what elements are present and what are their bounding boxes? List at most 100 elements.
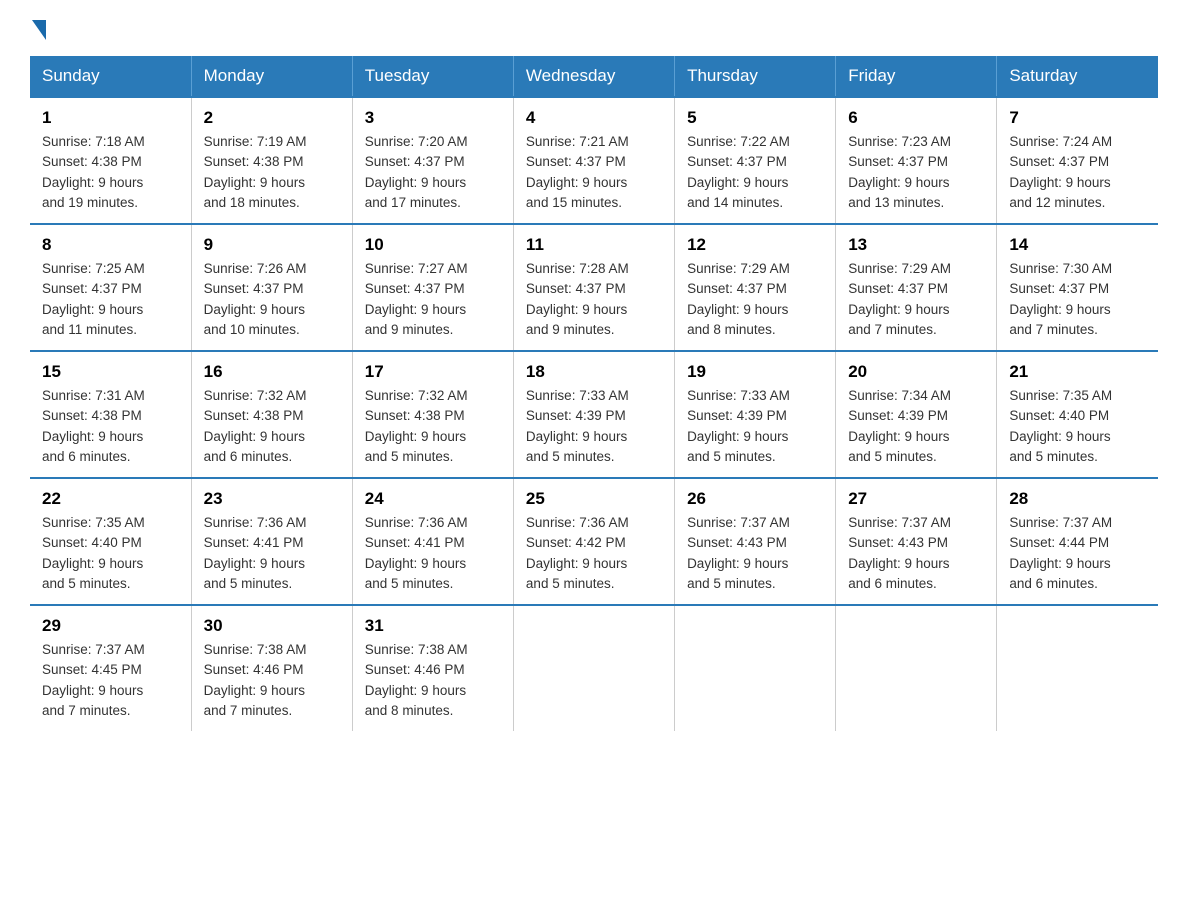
day-number: 2 xyxy=(204,108,340,128)
day-info: Sunrise: 7:33 AM Sunset: 4:39 PM Dayligh… xyxy=(687,386,823,467)
calendar-cell: 24 Sunrise: 7:36 AM Sunset: 4:41 PM Dayl… xyxy=(352,478,513,605)
calendar-cell: 18 Sunrise: 7:33 AM Sunset: 4:39 PM Dayl… xyxy=(513,351,674,478)
calendar-cell: 30 Sunrise: 7:38 AM Sunset: 4:46 PM Dayl… xyxy=(191,605,352,731)
day-number: 7 xyxy=(1009,108,1146,128)
calendar-cell: 21 Sunrise: 7:35 AM Sunset: 4:40 PM Dayl… xyxy=(997,351,1158,478)
day-number: 21 xyxy=(1009,362,1146,382)
calendar-cell: 16 Sunrise: 7:32 AM Sunset: 4:38 PM Dayl… xyxy=(191,351,352,478)
day-info: Sunrise: 7:19 AM Sunset: 4:38 PM Dayligh… xyxy=(204,132,340,213)
calendar-cell: 11 Sunrise: 7:28 AM Sunset: 4:37 PM Dayl… xyxy=(513,224,674,351)
calendar-cell: 2 Sunrise: 7:19 AM Sunset: 4:38 PM Dayli… xyxy=(191,97,352,224)
calendar-week-row: 8 Sunrise: 7:25 AM Sunset: 4:37 PM Dayli… xyxy=(30,224,1158,351)
calendar-header-row: SundayMondayTuesdayWednesdayThursdayFrid… xyxy=(30,56,1158,97)
calendar-cell: 19 Sunrise: 7:33 AM Sunset: 4:39 PM Dayl… xyxy=(675,351,836,478)
calendar-cell: 29 Sunrise: 7:37 AM Sunset: 4:45 PM Dayl… xyxy=(30,605,191,731)
day-info: Sunrise: 7:21 AM Sunset: 4:37 PM Dayligh… xyxy=(526,132,662,213)
calendar-cell: 25 Sunrise: 7:36 AM Sunset: 4:42 PM Dayl… xyxy=(513,478,674,605)
calendar-week-row: 22 Sunrise: 7:35 AM Sunset: 4:40 PM Dayl… xyxy=(30,478,1158,605)
day-number: 15 xyxy=(42,362,179,382)
day-info: Sunrise: 7:20 AM Sunset: 4:37 PM Dayligh… xyxy=(365,132,501,213)
day-number: 23 xyxy=(204,489,340,509)
day-info: Sunrise: 7:37 AM Sunset: 4:43 PM Dayligh… xyxy=(687,513,823,594)
logo xyxy=(30,20,48,36)
calendar-week-row: 1 Sunrise: 7:18 AM Sunset: 4:38 PM Dayli… xyxy=(30,97,1158,224)
calendar-cell: 31 Sunrise: 7:38 AM Sunset: 4:46 PM Dayl… xyxy=(352,605,513,731)
day-info: Sunrise: 7:25 AM Sunset: 4:37 PM Dayligh… xyxy=(42,259,179,340)
day-number: 14 xyxy=(1009,235,1146,255)
day-number: 27 xyxy=(848,489,984,509)
day-info: Sunrise: 7:32 AM Sunset: 4:38 PM Dayligh… xyxy=(365,386,501,467)
day-info: Sunrise: 7:36 AM Sunset: 4:41 PM Dayligh… xyxy=(365,513,501,594)
day-info: Sunrise: 7:36 AM Sunset: 4:41 PM Dayligh… xyxy=(204,513,340,594)
day-number: 28 xyxy=(1009,489,1146,509)
calendar-cell: 8 Sunrise: 7:25 AM Sunset: 4:37 PM Dayli… xyxy=(30,224,191,351)
day-info: Sunrise: 7:33 AM Sunset: 4:39 PM Dayligh… xyxy=(526,386,662,467)
calendar-cell: 17 Sunrise: 7:32 AM Sunset: 4:38 PM Dayl… xyxy=(352,351,513,478)
day-number: 1 xyxy=(42,108,179,128)
calendar-cell: 22 Sunrise: 7:35 AM Sunset: 4:40 PM Dayl… xyxy=(30,478,191,605)
calendar-cell: 14 Sunrise: 7:30 AM Sunset: 4:37 PM Dayl… xyxy=(997,224,1158,351)
calendar-cell xyxy=(675,605,836,731)
day-number: 22 xyxy=(42,489,179,509)
calendar-cell: 13 Sunrise: 7:29 AM Sunset: 4:37 PM Dayl… xyxy=(836,224,997,351)
header-wednesday: Wednesday xyxy=(513,56,674,97)
day-number: 3 xyxy=(365,108,501,128)
day-number: 30 xyxy=(204,616,340,636)
day-number: 6 xyxy=(848,108,984,128)
day-info: Sunrise: 7:35 AM Sunset: 4:40 PM Dayligh… xyxy=(42,513,179,594)
day-info: Sunrise: 7:37 AM Sunset: 4:43 PM Dayligh… xyxy=(848,513,984,594)
header-saturday: Saturday xyxy=(997,56,1158,97)
calendar-cell: 12 Sunrise: 7:29 AM Sunset: 4:37 PM Dayl… xyxy=(675,224,836,351)
day-info: Sunrise: 7:37 AM Sunset: 4:44 PM Dayligh… xyxy=(1009,513,1146,594)
day-info: Sunrise: 7:26 AM Sunset: 4:37 PM Dayligh… xyxy=(204,259,340,340)
calendar-cell: 9 Sunrise: 7:26 AM Sunset: 4:37 PM Dayli… xyxy=(191,224,352,351)
calendar-cell: 26 Sunrise: 7:37 AM Sunset: 4:43 PM Dayl… xyxy=(675,478,836,605)
day-info: Sunrise: 7:36 AM Sunset: 4:42 PM Dayligh… xyxy=(526,513,662,594)
page-header xyxy=(30,20,1158,36)
calendar-cell: 23 Sunrise: 7:36 AM Sunset: 4:41 PM Dayl… xyxy=(191,478,352,605)
day-number: 18 xyxy=(526,362,662,382)
header-tuesday: Tuesday xyxy=(352,56,513,97)
header-friday: Friday xyxy=(836,56,997,97)
day-number: 5 xyxy=(687,108,823,128)
day-info: Sunrise: 7:23 AM Sunset: 4:37 PM Dayligh… xyxy=(848,132,984,213)
day-info: Sunrise: 7:18 AM Sunset: 4:38 PM Dayligh… xyxy=(42,132,179,213)
calendar-table: SundayMondayTuesdayWednesdayThursdayFrid… xyxy=(30,56,1158,731)
day-number: 29 xyxy=(42,616,179,636)
day-number: 4 xyxy=(526,108,662,128)
day-number: 24 xyxy=(365,489,501,509)
header-monday: Monday xyxy=(191,56,352,97)
day-number: 9 xyxy=(204,235,340,255)
day-number: 8 xyxy=(42,235,179,255)
day-info: Sunrise: 7:38 AM Sunset: 4:46 PM Dayligh… xyxy=(204,640,340,721)
calendar-cell: 7 Sunrise: 7:24 AM Sunset: 4:37 PM Dayli… xyxy=(997,97,1158,224)
calendar-cell xyxy=(836,605,997,731)
day-number: 31 xyxy=(365,616,501,636)
calendar-cell: 10 Sunrise: 7:27 AM Sunset: 4:37 PM Dayl… xyxy=(352,224,513,351)
day-number: 25 xyxy=(526,489,662,509)
logo-text xyxy=(30,20,48,40)
day-info: Sunrise: 7:28 AM Sunset: 4:37 PM Dayligh… xyxy=(526,259,662,340)
calendar-cell: 6 Sunrise: 7:23 AM Sunset: 4:37 PM Dayli… xyxy=(836,97,997,224)
calendar-week-row: 15 Sunrise: 7:31 AM Sunset: 4:38 PM Dayl… xyxy=(30,351,1158,478)
day-number: 12 xyxy=(687,235,823,255)
day-info: Sunrise: 7:29 AM Sunset: 4:37 PM Dayligh… xyxy=(848,259,984,340)
calendar-cell: 4 Sunrise: 7:21 AM Sunset: 4:37 PM Dayli… xyxy=(513,97,674,224)
day-info: Sunrise: 7:29 AM Sunset: 4:37 PM Dayligh… xyxy=(687,259,823,340)
day-info: Sunrise: 7:30 AM Sunset: 4:37 PM Dayligh… xyxy=(1009,259,1146,340)
calendar-cell xyxy=(513,605,674,731)
logo-triangle-icon xyxy=(32,20,46,40)
header-thursday: Thursday xyxy=(675,56,836,97)
day-number: 11 xyxy=(526,235,662,255)
day-number: 19 xyxy=(687,362,823,382)
day-info: Sunrise: 7:34 AM Sunset: 4:39 PM Dayligh… xyxy=(848,386,984,467)
day-info: Sunrise: 7:31 AM Sunset: 4:38 PM Dayligh… xyxy=(42,386,179,467)
day-number: 20 xyxy=(848,362,984,382)
day-info: Sunrise: 7:24 AM Sunset: 4:37 PM Dayligh… xyxy=(1009,132,1146,213)
calendar-week-row: 29 Sunrise: 7:37 AM Sunset: 4:45 PM Dayl… xyxy=(30,605,1158,731)
day-info: Sunrise: 7:37 AM Sunset: 4:45 PM Dayligh… xyxy=(42,640,179,721)
calendar-cell: 27 Sunrise: 7:37 AM Sunset: 4:43 PM Dayl… xyxy=(836,478,997,605)
day-number: 10 xyxy=(365,235,501,255)
header-sunday: Sunday xyxy=(30,56,191,97)
day-info: Sunrise: 7:35 AM Sunset: 4:40 PM Dayligh… xyxy=(1009,386,1146,467)
